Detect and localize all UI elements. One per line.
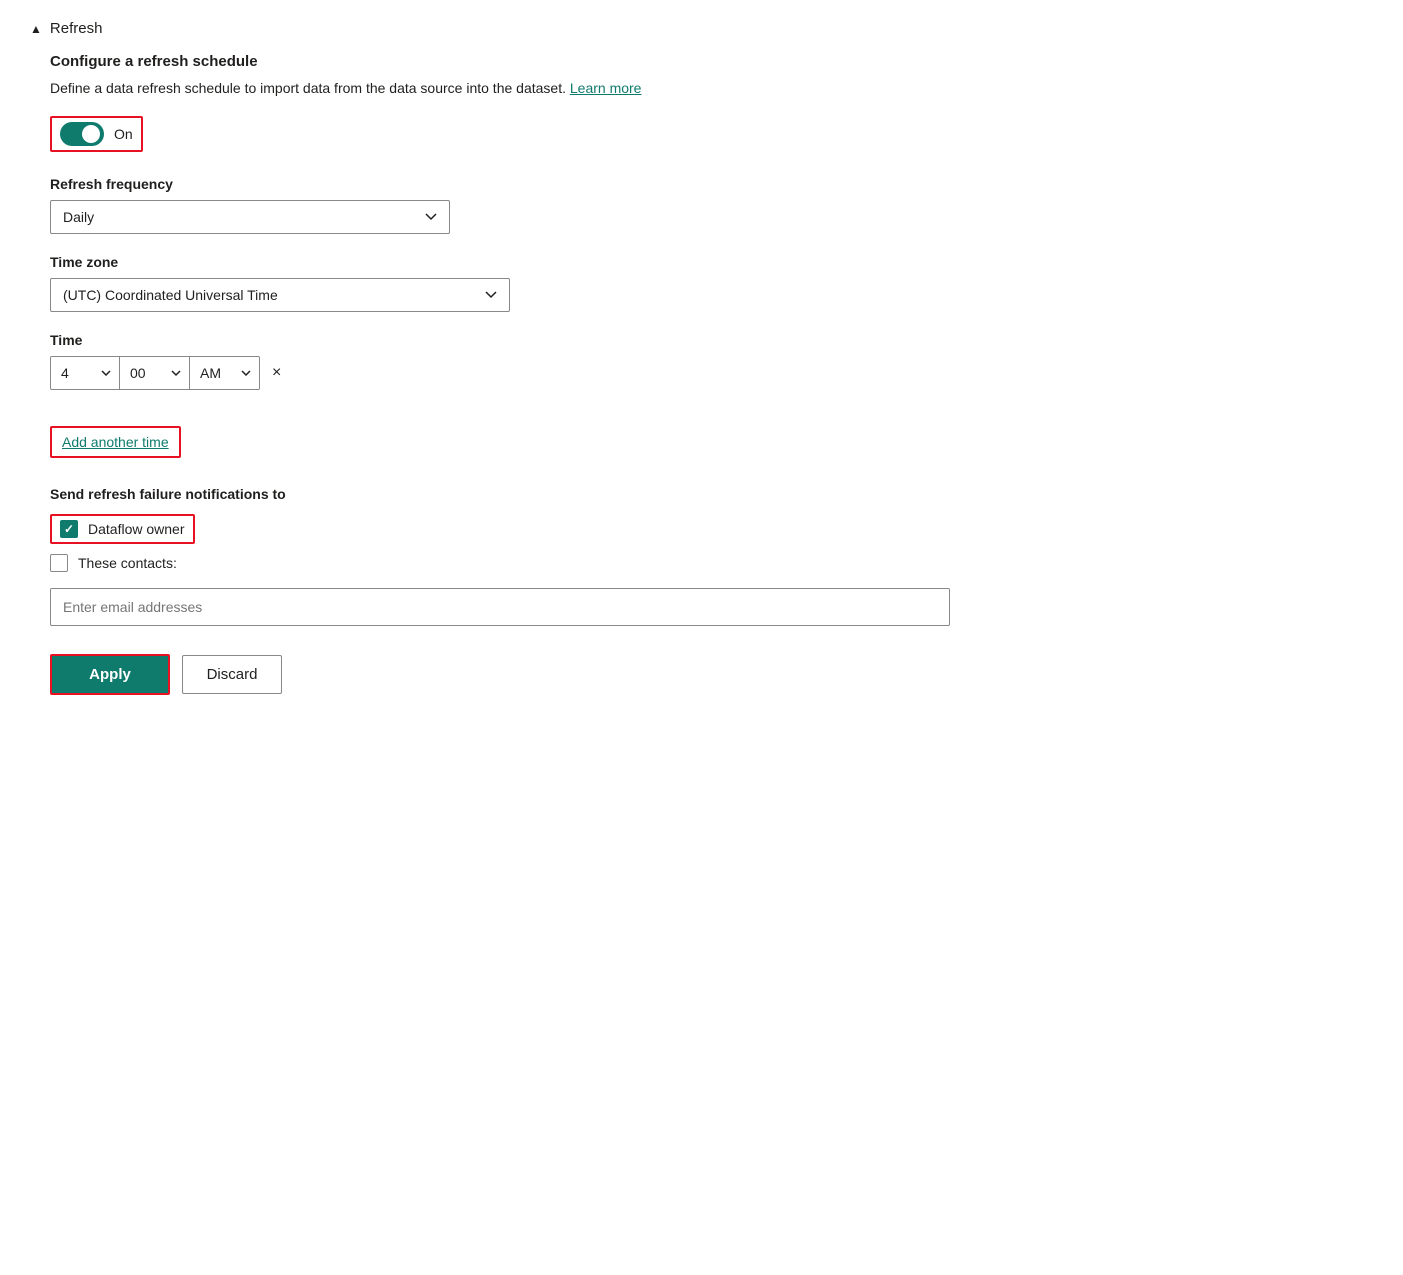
these-contacts-label: These contacts: bbox=[78, 555, 177, 571]
email-input[interactable] bbox=[50, 588, 950, 626]
section-header: ▲ Refresh bbox=[30, 20, 1373, 37]
dataflow-owner-checkbox[interactable] bbox=[60, 520, 78, 538]
add-another-time-container: Add another time bbox=[50, 410, 1373, 458]
these-contacts-row: These contacts: bbox=[50, 554, 1373, 572]
time-hour-select[interactable]: 1 2 3 4 5 6 7 8 9 10 11 12 bbox=[50, 356, 120, 390]
dataflow-owner-wrapper: Dataflow owner bbox=[50, 514, 195, 544]
time-label: Time bbox=[50, 332, 1373, 348]
discard-button[interactable]: Discard bbox=[182, 655, 282, 694]
time-row: 1 2 3 4 5 6 7 8 9 10 11 12 00 15 30 45 A… bbox=[50, 356, 1373, 390]
time-zone-label: Time zone bbox=[50, 254, 1373, 270]
configure-title: Configure a refresh schedule bbox=[50, 53, 1373, 70]
time-group: Time 1 2 3 4 5 6 7 8 9 10 11 12 00 15 30… bbox=[50, 332, 1373, 390]
add-another-time-link[interactable]: Add another time bbox=[50, 426, 181, 458]
refresh-toggle[interactable] bbox=[60, 122, 104, 146]
toggle-slider bbox=[60, 122, 104, 146]
time-zone-select[interactable]: (UTC) Coordinated Universal Time (UTC+01… bbox=[50, 278, 510, 312]
section-title: Refresh bbox=[50, 20, 103, 37]
these-contacts-checkbox[interactable] bbox=[50, 554, 68, 572]
action-buttons: Apply Discard bbox=[50, 654, 1373, 695]
time-remove-button[interactable]: × bbox=[268, 360, 285, 386]
notifications-title: Send refresh failure notifications to bbox=[50, 486, 1373, 502]
triangle-icon: ▲ bbox=[30, 22, 42, 36]
learn-more-link[interactable]: Learn more bbox=[570, 80, 642, 96]
refresh-frequency-select[interactable]: Daily Weekly Monthly bbox=[50, 200, 450, 234]
refresh-frequency-label: Refresh frequency bbox=[50, 176, 1373, 192]
time-zone-group: Time zone (UTC) Coordinated Universal Ti… bbox=[50, 254, 1373, 312]
description: Define a data refresh schedule to import… bbox=[50, 80, 1373, 96]
refresh-frequency-group: Refresh frequency Daily Weekly Monthly bbox=[50, 176, 1373, 234]
notifications-section: Send refresh failure notifications to Da… bbox=[50, 486, 1373, 626]
time-ampm-select[interactable]: AM PM bbox=[190, 356, 260, 390]
toggle-container: On bbox=[50, 116, 143, 152]
dataflow-owner-row: Dataflow owner bbox=[50, 514, 1373, 544]
time-minute-select[interactable]: 00 15 30 45 bbox=[120, 356, 190, 390]
dataflow-owner-label: Dataflow owner bbox=[88, 521, 185, 537]
toggle-label: On bbox=[114, 126, 133, 142]
apply-button[interactable]: Apply bbox=[50, 654, 170, 695]
